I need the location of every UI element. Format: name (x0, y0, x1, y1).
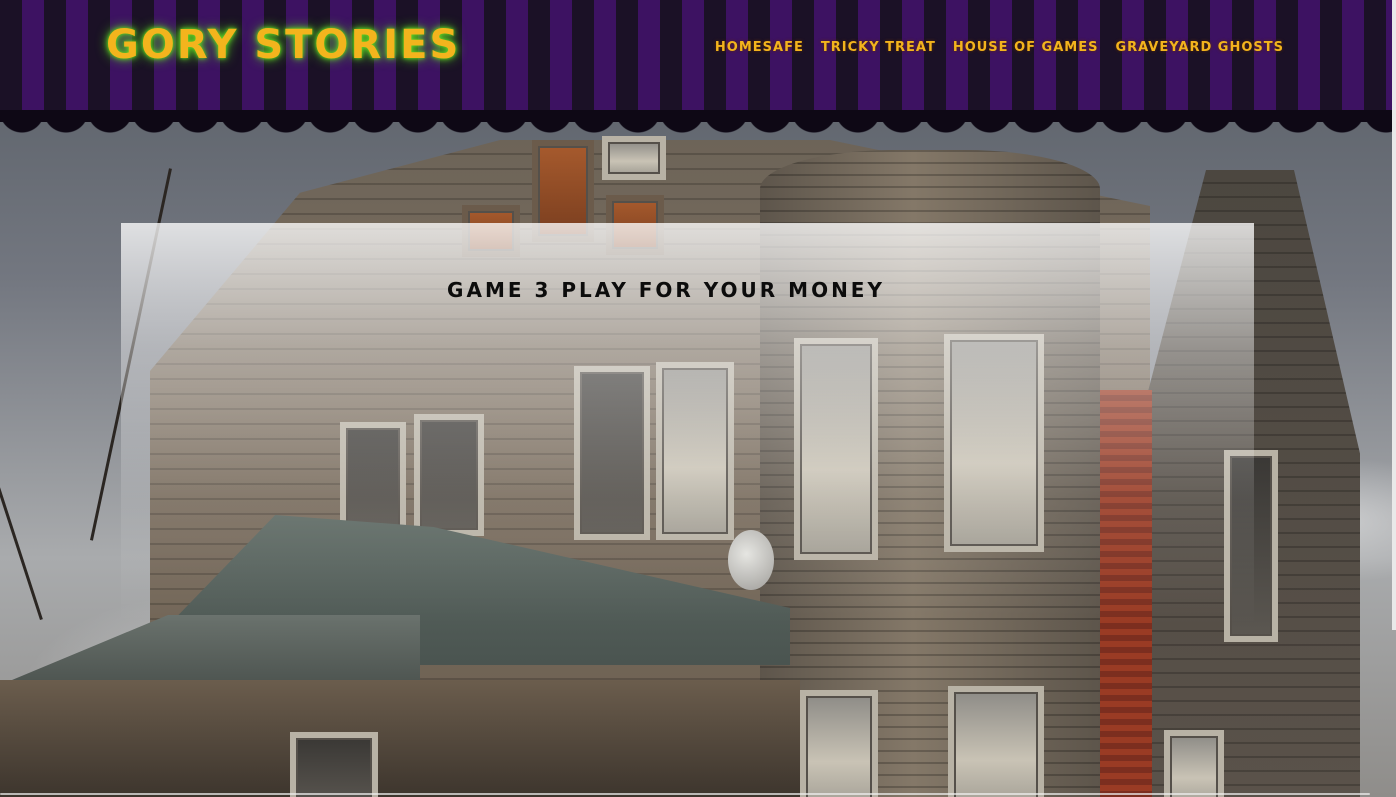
vertical-scrollbar[interactable] (1392, 0, 1396, 630)
page-title: GAME 3 PLAY FOR YOUR MONEY (447, 278, 885, 303)
nav-link-homesafe[interactable]: HOMESAFE (715, 40, 804, 55)
nav-link-house-of-games[interactable]: HOUSE OF GAMES (953, 40, 1099, 55)
nav-link-tricky-treat[interactable]: TRICKY TREAT (821, 40, 936, 55)
main-nav: HOMESAFE TRICKY TREAT HOUSE OF GAMES GRA… (715, 40, 1284, 55)
site-header: GORY STORIES HOMESAFE TRICKY TREAT HOUSE… (0, 0, 1392, 112)
nav-link-graveyard-ghosts[interactable]: GRAVEYARD GHOSTS (1115, 40, 1284, 55)
header-scallop-edge (0, 110, 1392, 144)
site-logo[interactable]: GORY STORIES (106, 22, 460, 68)
game-panel: GAME 3 PLAY FOR YOUR MONEY (121, 223, 1254, 797)
tree-branch (0, 219, 43, 620)
horizontal-scrollbar[interactable] (0, 793, 1370, 795)
